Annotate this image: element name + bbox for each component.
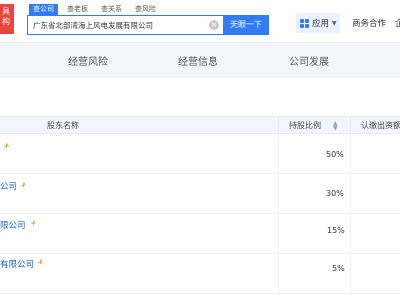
share-ratio: 5%	[332, 264, 345, 273]
header-subscribed-capital: 认缴出资额	[361, 121, 400, 130]
header-share-ratio[interactable]: 持股比例	[289, 117, 321, 134]
share-ratio: 50%	[326, 150, 344, 159]
column-divider	[278, 254, 279, 293]
section-nav: 经营风险 经营信息 公司发展	[0, 42, 400, 78]
sort-icon[interactable]: ▲ ▼	[333, 121, 338, 132]
column-divider	[278, 214, 279, 253]
nav-business-info[interactable]: 经营信息	[178, 53, 218, 68]
column-divider	[350, 117, 351, 133]
shareholder-tag-icon[interactable]: ቶ	[19, 181, 28, 189]
shareholder-tag-icon[interactable]: ቶ	[36, 258, 45, 266]
header-shareholder-name: 股东名称	[47, 121, 79, 130]
search-type-tabs: 查公司 查老板 查关系 查风险	[29, 4, 165, 15]
column-divider	[278, 134, 279, 173]
search-input[interactable]	[33, 16, 203, 34]
apps-label: 应用	[312, 19, 330, 29]
tab-search-boss[interactable]: 查老板	[63, 4, 92, 15]
nav-business-risk[interactable]: 经营风险	[68, 53, 108, 68]
column-divider	[350, 254, 351, 293]
column-divider	[278, 117, 279, 133]
shareholder-table: 股东名称 持股比例 ▲ ▼ 认缴出资额 ቶ 50% 公司 ቶ 30% 限公司 ቶ …	[0, 116, 400, 294]
tab-search-company[interactable]: 查公司	[29, 4, 58, 15]
site-logo[interactable]: 具 构	[0, 4, 14, 34]
search-button[interactable]: 天眼一下	[223, 15, 269, 35]
shareholder-tag-icon[interactable]: ቶ	[2, 142, 11, 150]
column-divider	[350, 134, 351, 173]
shareholder-tag-icon[interactable]: ቶ	[29, 219, 38, 227]
business-cooperation-link[interactable]: 商务合作	[352, 17, 386, 29]
column-divider	[350, 174, 351, 213]
enterprise-link[interactable]: 企	[395, 17, 400, 29]
nav-company-development[interactable]: 公司发展	[289, 53, 329, 68]
table-row: 公司 ቶ 30%	[0, 174, 400, 214]
column-divider	[278, 174, 279, 213]
logo-line-2: 构	[2, 17, 10, 26]
shareholder-name[interactable]: 公司	[0, 180, 17, 192]
logo-line-1: 具	[2, 7, 10, 16]
share-ratio: 15%	[327, 226, 345, 235]
share-ratio: 30%	[326, 189, 344, 198]
table-row: ቶ 50%	[0, 134, 400, 174]
table-row: 限公司 ቶ 15%	[0, 214, 400, 254]
table-row: 有限公司 ቶ 5%	[0, 254, 400, 294]
caret-down-icon: ▼	[332, 19, 337, 27]
tab-search-relation[interactable]: 查关系	[97, 4, 126, 15]
column-divider	[350, 214, 351, 253]
tab-search-risk[interactable]: 查风险	[131, 4, 160, 15]
shareholder-name[interactable]: 有限公司	[0, 258, 34, 270]
clear-icon[interactable]: ×	[209, 20, 219, 30]
app-grid-icon	[300, 18, 309, 28]
search-box: ×	[27, 15, 223, 35]
shareholder-name[interactable]: 限公司	[0, 219, 26, 231]
apps-menu-button[interactable]: 应用 ▼	[296, 13, 340, 33]
table-header: 股东名称 持股比例 ▲ ▼ 认缴出资额	[0, 116, 400, 134]
top-header: 具 构 查公司 查老板 查关系 查风险 × 天眼一下 应用 ▼ 商务合作 企	[0, 0, 400, 42]
